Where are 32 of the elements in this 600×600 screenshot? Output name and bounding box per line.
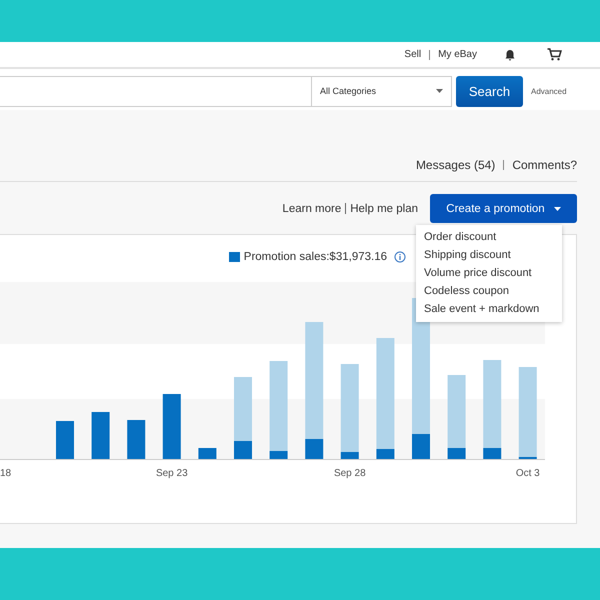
bar — [198, 448, 216, 459]
axis-label: 18 — [0, 468, 12, 479]
messages-link[interactable]: Messages (54) — [416, 158, 496, 172]
legend-swatch — [228, 252, 240, 262]
axis-label: Sep 23 — [156, 468, 188, 479]
axis-label: Sep 28 — [334, 468, 366, 479]
my-ebay-link[interactable]: My eBay — [438, 49, 477, 60]
menu-item[interactable]: Codeless coupon — [416, 282, 562, 300]
caret-icon — [554, 206, 561, 210]
menu-item[interactable]: Order discount — [416, 228, 562, 246]
legend-label: Promotion sales:$31,973.16 — [244, 251, 387, 263]
sell-link[interactable]: Sell — [404, 49, 422, 60]
create-promotion-button[interactable]: Create a promotion — [430, 194, 577, 223]
menu-item[interactable]: Sale event + markdown — [416, 300, 562, 318]
category-select[interactable]: All Categories — [312, 76, 452, 106]
bar — [162, 394, 181, 459]
bar — [56, 421, 74, 459]
comments-link[interactable]: Comments? — [512, 158, 577, 172]
axis-label: Oct 3 — [516, 468, 540, 479]
search-field[interactable] — [0, 76, 312, 106]
advanced-link[interactable]: Advanced — [531, 86, 567, 96]
menu-item[interactable]: Volume price discount — [416, 264, 562, 282]
caret-icon[interactable] — [436, 89, 443, 93]
search-button[interactable]: Search — [456, 76, 523, 106]
info-icon[interactable] — [394, 251, 406, 263]
bar — [127, 420, 146, 459]
learn-more-link[interactable]: Learn more — [282, 202, 342, 214]
help-me-plan-link[interactable]: Help me plan — [350, 202, 418, 214]
menu-item[interactable]: Shipping discount — [416, 246, 562, 264]
bar — [92, 412, 110, 459]
cart-icon[interactable] — [547, 48, 562, 61]
bell-icon[interactable] — [504, 48, 516, 60]
